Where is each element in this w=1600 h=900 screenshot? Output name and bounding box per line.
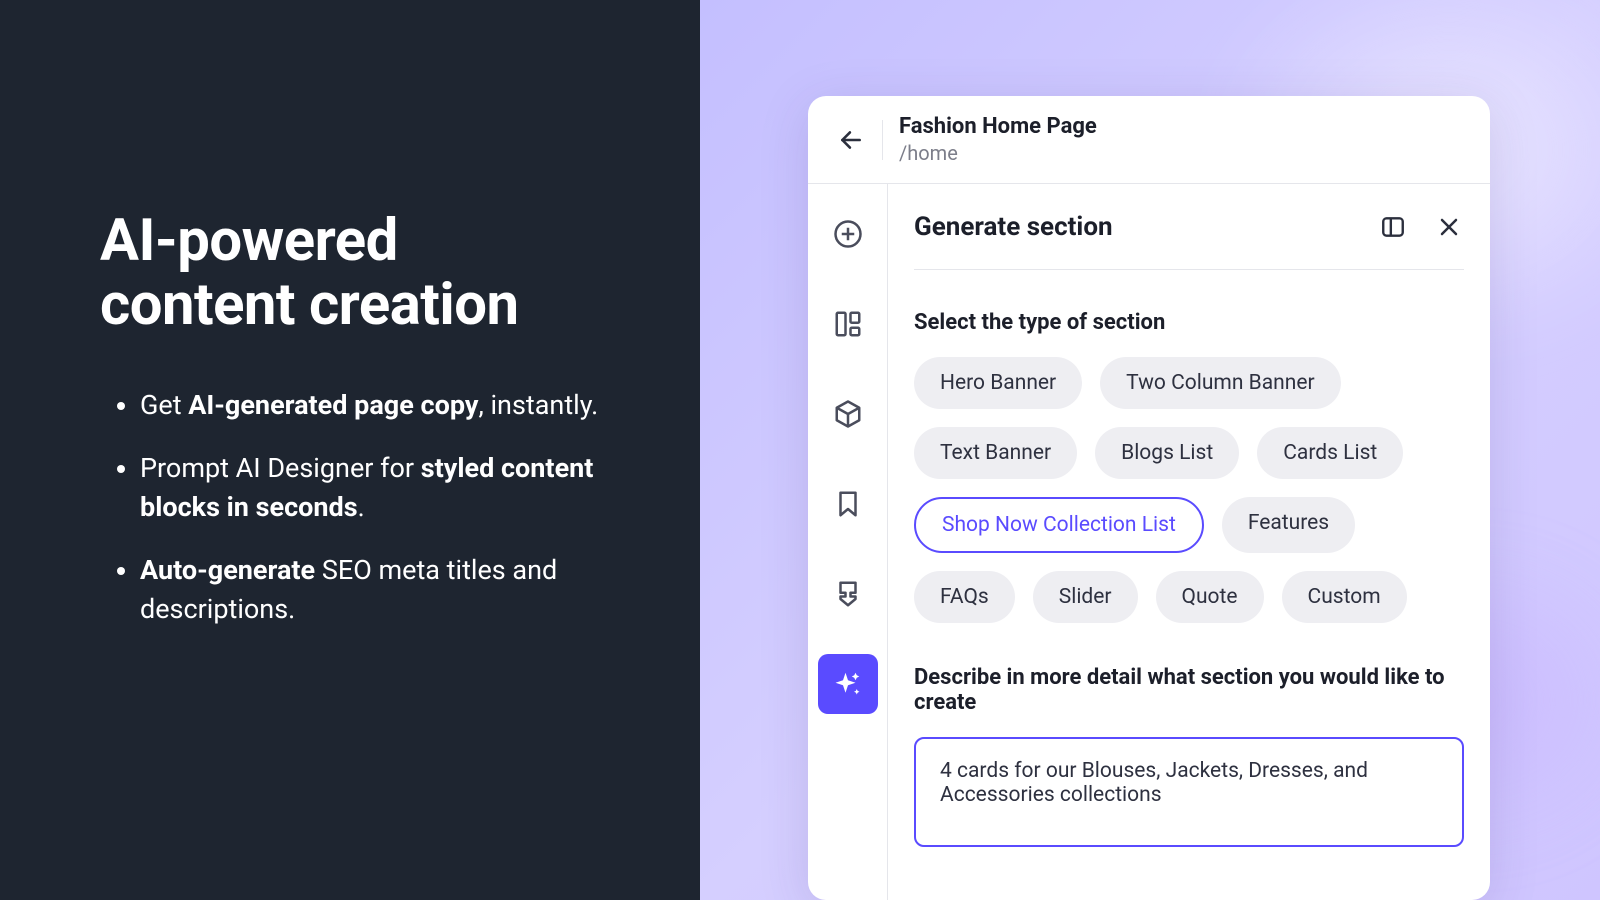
sidebar: [808, 184, 888, 900]
sidebar-item-add[interactable]: [818, 204, 878, 264]
marketing-headline: AI-powered content creation: [100, 210, 600, 338]
bullet-3: Auto-generate SEO meta titles and descri…: [140, 551, 600, 629]
page-title: Fashion Home Page: [899, 114, 1097, 139]
content-panel: Generate section Select the type of sect…: [888, 184, 1490, 900]
plus-circle-icon: [833, 219, 863, 249]
section-type-chip[interactable]: Hero Banner: [914, 357, 1082, 409]
app-window: Fashion Home Page /home: [808, 96, 1490, 900]
section-type-chip[interactable]: Slider: [1033, 571, 1138, 623]
content-header: Generate section: [914, 184, 1464, 270]
sidebar-item-brush[interactable]: [818, 564, 878, 624]
divider: [882, 120, 883, 160]
sidebar-item-bookmark[interactable]: [818, 474, 878, 534]
brush-icon: [833, 579, 863, 609]
section-type-chip[interactable]: FAQs: [914, 571, 1015, 623]
section-type-chip[interactable]: Cards List: [1257, 427, 1403, 479]
header-actions: [1378, 212, 1464, 242]
topbar: Fashion Home Page /home: [808, 96, 1490, 184]
page-titles: Fashion Home Page /home: [899, 114, 1097, 165]
preview-panel: Fashion Home Page /home: [700, 0, 1600, 900]
bullet-2: Prompt AI Designer for styled content bl…: [140, 449, 600, 527]
close-button[interactable]: [1434, 212, 1464, 242]
section-type-chip[interactable]: Text Banner: [914, 427, 1077, 479]
sidebar-item-sparkle[interactable]: [818, 654, 878, 714]
panel-title: Generate section: [914, 212, 1113, 242]
headline-line1: AI-powered: [100, 207, 398, 275]
page-path: /home: [899, 141, 1097, 165]
describe-input[interactable]: 4 cards for our Blouses, Jackets, Dresse…: [914, 737, 1464, 847]
layout-icon: [833, 309, 863, 339]
main-area: Generate section Select the type of sect…: [808, 184, 1490, 900]
section-type-chip[interactable]: Features: [1222, 497, 1355, 553]
section-type-chip[interactable]: Custom: [1282, 571, 1407, 623]
describe-label: Describe in more detail what section you…: [914, 665, 1464, 715]
bullet-1: Get AI-generated page copy, instantly.: [140, 386, 600, 425]
section-type-chip[interactable]: Two Column Banner: [1100, 357, 1340, 409]
headline-line2: content creation: [100, 271, 518, 339]
marketing-panel: AI-powered content creation Get AI-gener…: [0, 0, 700, 900]
panel-icon: [1380, 214, 1406, 240]
cube-icon: [833, 399, 863, 429]
section-type-chip[interactable]: Shop Now Collection List: [914, 497, 1204, 553]
back-button[interactable]: [830, 119, 872, 161]
section-type-chip[interactable]: Blogs List: [1095, 427, 1239, 479]
sidebar-item-cube[interactable]: [818, 384, 878, 444]
section-type-chips: Hero Banner Two Column Banner Text Banner B…: [914, 357, 1464, 623]
select-type-label: Select the type of section: [914, 310, 1464, 335]
bookmark-icon: [833, 489, 863, 519]
sidebar-item-layout[interactable]: [818, 294, 878, 354]
marketing-bullets: Get AI-generated page copy, instantly. P…: [100, 386, 600, 630]
section-type-chip[interactable]: Quote: [1156, 571, 1264, 623]
close-icon: [1437, 215, 1461, 239]
section-body: Select the type of section Hero Banner Tw…: [914, 270, 1464, 851]
panel-toggle-button[interactable]: [1378, 212, 1408, 242]
arrow-left-icon: [838, 127, 864, 153]
sparkle-icon: [833, 669, 863, 699]
